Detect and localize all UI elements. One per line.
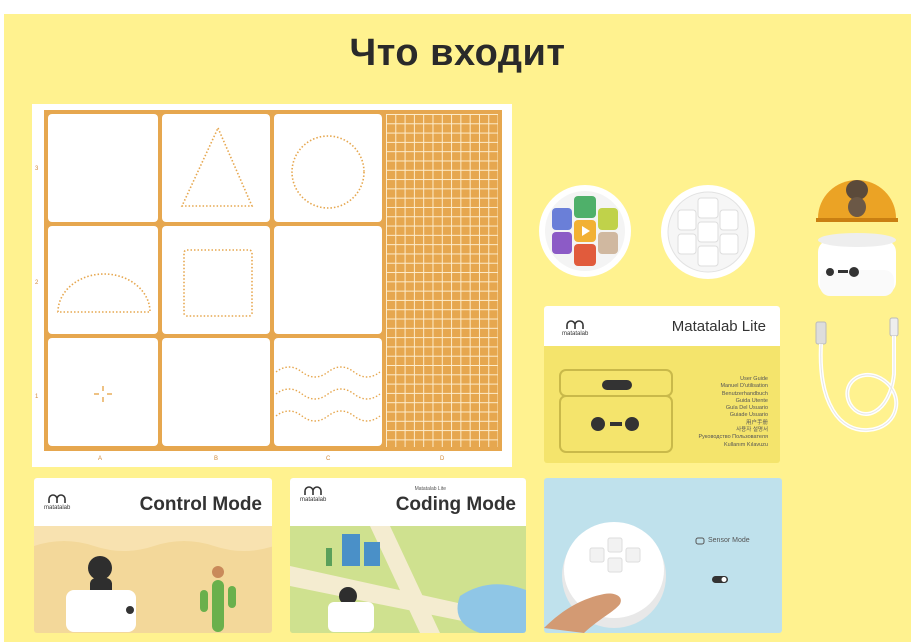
mat-grid xyxy=(44,110,502,451)
sensor-mode-card: Sensor Mode xyxy=(544,478,782,633)
col-label-c: C xyxy=(326,456,331,462)
coding-mode-subtitle: Matatalab Lite xyxy=(414,486,446,492)
triangle-shape xyxy=(180,126,254,207)
white-controller xyxy=(660,184,756,280)
mat-cell-b1 xyxy=(162,338,270,446)
user-manual: matatalab Matatalab Lite User Guide Manu… xyxy=(544,306,780,463)
usb-cable xyxy=(810,314,908,436)
col-label-d: D xyxy=(440,456,445,462)
col-label-b: B xyxy=(214,456,219,462)
mat-cell-a3 xyxy=(48,114,158,222)
control-mode-title: Control Mode xyxy=(139,494,262,515)
circle-shape xyxy=(291,135,365,209)
col-label-a: A xyxy=(98,456,103,462)
color-controller xyxy=(538,184,632,278)
start-point-icon xyxy=(94,386,112,402)
manual-languages: User Guide Manuel D'utilisation Benutzer… xyxy=(698,376,768,448)
sensor-mode-label: Sensor Mode xyxy=(708,537,750,544)
mat-cell-a1 xyxy=(48,338,158,446)
brand-icon xyxy=(304,486,322,495)
coding-mode-title: Coding Mode xyxy=(395,494,516,515)
brand-logo: matatalab xyxy=(44,494,70,511)
mat-cell-c3 xyxy=(274,114,382,222)
activity-mat: 3 2 1 A B C D xyxy=(32,104,512,467)
row-label-3: 3 xyxy=(35,166,39,172)
grid-area xyxy=(386,114,498,447)
manual-title: Matatalab Lite xyxy=(671,318,766,335)
control-mode-illustration xyxy=(34,526,272,632)
content-panel: Что входит 3 2 1 A B C D matatalab Matat… xyxy=(4,14,911,642)
brand-logo: matatalab xyxy=(562,320,588,337)
page-title: Что входит xyxy=(349,32,566,74)
mat-cell-c1 xyxy=(274,338,382,446)
robot-illustration xyxy=(559,369,673,453)
brand-logo: matatalab xyxy=(300,486,326,503)
mat-cell-b3 xyxy=(162,114,270,222)
mat-cell-b2 xyxy=(162,226,270,334)
mat-cell-a2 xyxy=(48,226,158,334)
control-mode-card: matatalab Control Mode xyxy=(34,478,272,633)
robot xyxy=(812,160,902,300)
mat-cell-c2 xyxy=(274,226,382,334)
square-shape xyxy=(183,249,253,317)
semicircle-shape xyxy=(57,273,151,313)
coding-mode-illustration xyxy=(290,526,526,633)
sensor-mode-illustration xyxy=(544,522,728,633)
row-label-2: 2 xyxy=(35,280,39,286)
row-label-1: 1 xyxy=(35,394,39,400)
brand-icon xyxy=(566,320,584,329)
brand-icon xyxy=(48,494,66,503)
coding-mode-card: matatalab Matatalab Lite Coding Mode xyxy=(290,478,526,633)
wave-lines-shape xyxy=(275,366,381,422)
page: Что входит 3 2 1 A B C D matatalab Matat… xyxy=(0,0,913,642)
